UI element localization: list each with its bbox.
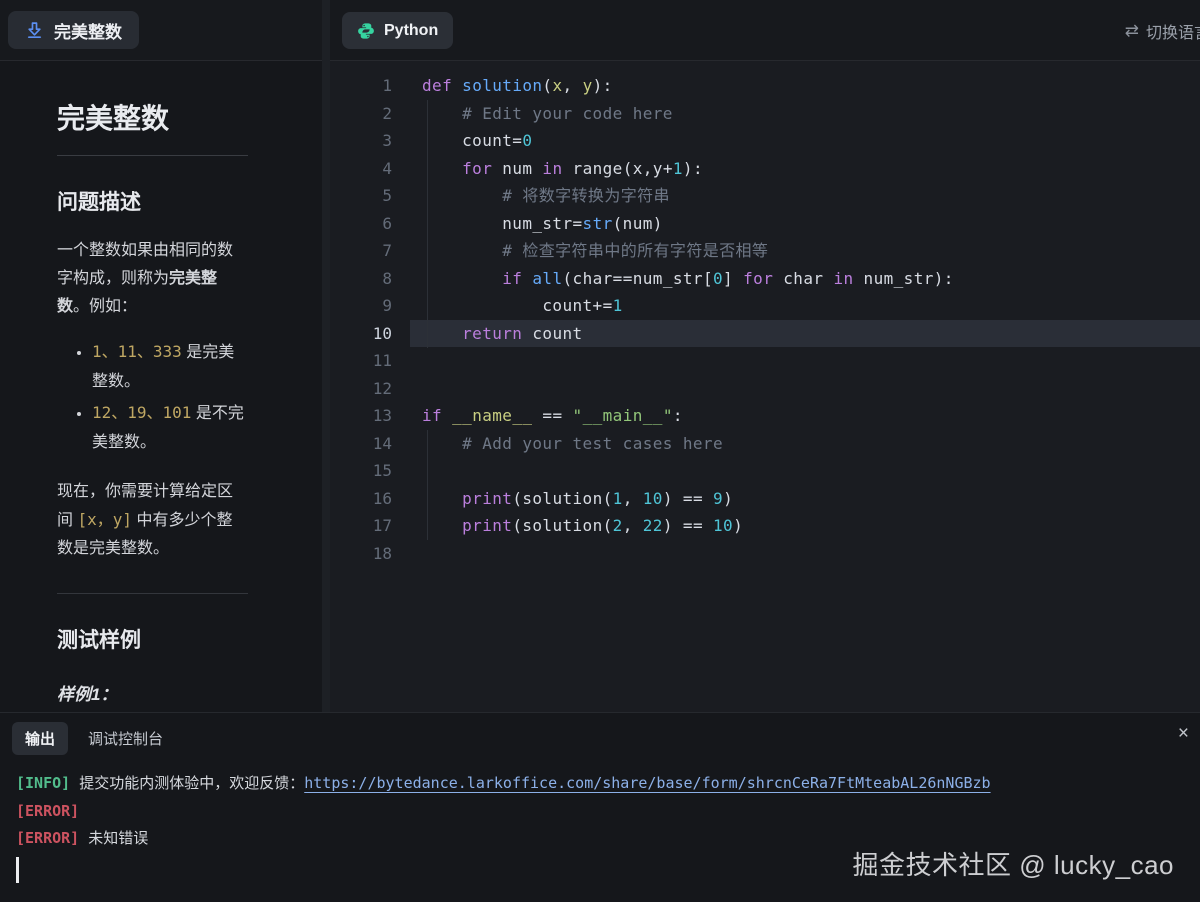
line-number: 5 — [330, 182, 392, 210]
sample1-label: 样例1： — [57, 680, 248, 705]
code-text: count=0 — [422, 127, 532, 155]
terminal-cursor — [16, 857, 19, 883]
log-level-badge: [ERROR] — [16, 829, 79, 847]
code-line-15[interactable]: 15 — [330, 457, 1200, 485]
line-number: 12 — [330, 375, 392, 403]
code-line-17[interactable]: 17 print(solution(2, 22) == 10) — [330, 512, 1200, 540]
switch-language-button[interactable]: ⇄ 切换语言 — [1125, 19, 1200, 43]
test-samples-heading: 测试样例 — [57, 624, 248, 654]
problem-page-title: 完美整数 — [57, 97, 248, 156]
feedback-link[interactable]: https://bytedance.larkoffice.com/share/b… — [304, 774, 990, 792]
line-number: 18 — [330, 540, 392, 568]
output-console-panel: 输出 调试控制台 × [INFO] 提交功能内测体验中，欢迎反馈：https:/… — [0, 712, 1200, 902]
code-line-7[interactable]: 7 # 检查字符串中的所有字符是否相等 — [330, 237, 1200, 265]
python-icon — [357, 22, 375, 40]
code-text: # Add your test cases here — [422, 430, 723, 458]
code-line-1[interactable]: 1 def solution(x, y): — [330, 72, 1200, 100]
code-line-6[interactable]: 6 num_str=str(num) — [330, 210, 1200, 238]
problem-intro-paragraph: 一个整数如果由相同的数字构成，则称为完美整数。例如： — [57, 237, 248, 321]
line-number: 2 — [330, 100, 392, 128]
log-text: 未知错误 — [79, 829, 148, 847]
code-line-10[interactable]: 10 return count — [330, 320, 1200, 348]
code-line-4[interactable]: 4 for num in range(x,y+1): — [330, 155, 1200, 183]
line-number: 14 — [330, 430, 392, 458]
editor-header: Python ⇄ 切换语言 — [330, 0, 1200, 61]
code-text: def solution(x, y): — [422, 72, 613, 100]
code-text: # 将数字转换为字符串 — [422, 182, 670, 210]
line-number: 13 — [330, 402, 392, 430]
code-line-3[interactable]: 3 count=0 — [330, 127, 1200, 155]
line-number: 1 — [330, 72, 392, 100]
line-number: 15 — [330, 457, 392, 485]
line-number: 8 — [330, 265, 392, 293]
section-divider — [57, 593, 248, 594]
python-tab-label: Python — [384, 22, 438, 40]
code-text: if all(char==num_str[0] for char in num_… — [422, 265, 954, 293]
switch-language-label: 切换语言 — [1146, 19, 1200, 43]
example-list: 1、11、333 是完美整数。12、19、101 是不完美整数。 — [92, 337, 248, 457]
code-line-8[interactable]: 8 if all(char==num_str[0] for char in nu… — [330, 265, 1200, 293]
panel-divider[interactable] — [322, 0, 330, 712]
problem-panel: 完美整数 问题描述 一个整数如果由相同的数字构成，则称为完美整数。例如： 1、1… — [0, 61, 322, 712]
log-level-badge: [INFO] — [16, 774, 70, 792]
indent-guide — [427, 100, 428, 348]
line-number: 4 — [330, 155, 392, 183]
line-number: 10 — [330, 320, 392, 348]
problem-task-paragraph: 现在，你需要计算给定区间 [x，y] 中有多少个整数是完美整数。 — [57, 478, 248, 563]
code-text: count+=1 — [422, 292, 623, 320]
code-text: num_str=str(num) — [422, 210, 663, 238]
code-text: for num in range(x,y+1): — [422, 155, 703, 183]
console-line: [ERROR] — [16, 798, 1182, 826]
tab-debug-console[interactable]: 调试控制台 — [88, 728, 163, 749]
line-number: 17 — [330, 512, 392, 540]
watermark-text: 掘金技术社区 @ lucky_cao — [853, 845, 1174, 882]
line-number: 3 — [330, 127, 392, 155]
code-text: # 检查字符串中的所有字符是否相等 — [422, 237, 768, 265]
console-tab-bar: 输出 调试控制台 × — [0, 713, 1200, 761]
code-text: print(solution(1, 10) == 9) — [422, 485, 733, 513]
example-list-item: 12、19、101 是不完美整数。 — [92, 398, 248, 457]
log-text: 提交功能内测体验中，欢迎反馈： — [70, 774, 304, 792]
line-number: 16 — [330, 485, 392, 513]
tab-python[interactable]: Python — [342, 12, 453, 49]
line-number: 9 — [330, 292, 392, 320]
code-line-2[interactable]: 2 # Edit your code here — [330, 100, 1200, 128]
code-line-11[interactable]: 11 — [330, 347, 1200, 375]
code-line-5[interactable]: 5 # 将数字转换为字符串 — [330, 182, 1200, 210]
code-line-9[interactable]: 9 count+=1 — [330, 292, 1200, 320]
code-editor[interactable]: 1def solution(x, y):2 # Edit your code h… — [330, 61, 1200, 712]
code-line-14[interactable]: 14 # Add your test cases here — [330, 430, 1200, 458]
console-line: [INFO] 提交功能内测体验中，欢迎反馈：https://bytedance.… — [16, 770, 1182, 798]
code-line-18[interactable]: 18 — [330, 540, 1200, 568]
indent-guide — [427, 430, 428, 540]
close-icon[interactable]: × — [1178, 724, 1189, 743]
example-list-item: 1、11、333 是完美整数。 — [92, 337, 248, 396]
problem-description-heading: 问题描述 — [57, 186, 248, 216]
code-line-16[interactable]: 16 print(solution(1, 10) == 9) — [330, 485, 1200, 513]
code-text: return count — [422, 320, 583, 348]
sidebar-header: 完美整数 — [0, 0, 322, 61]
tab-output[interactable]: 输出 — [12, 722, 68, 755]
problem-title-button[interactable]: 完美整数 — [8, 11, 139, 49]
line-number: 7 — [330, 237, 392, 265]
line-number: 11 — [330, 347, 392, 375]
code-lines: 1def solution(x, y):2 # Edit your code h… — [330, 61, 1200, 567]
download-arrow-icon — [25, 21, 44, 40]
swap-arrows-icon: ⇄ — [1125, 21, 1139, 41]
problem-title-label: 完美整数 — [54, 18, 122, 43]
code-line-13[interactable]: 13 if __name__ == "__main__": — [330, 402, 1200, 430]
code-text: if __name__ == "__main__": — [422, 402, 683, 430]
code-text: # Edit your code here — [422, 100, 673, 128]
code-line-12[interactable]: 12 — [330, 375, 1200, 403]
line-number: 6 — [330, 210, 392, 238]
code-text: print(solution(2, 22) == 10) — [422, 512, 743, 540]
log-level-badge: [ERROR] — [16, 802, 79, 820]
